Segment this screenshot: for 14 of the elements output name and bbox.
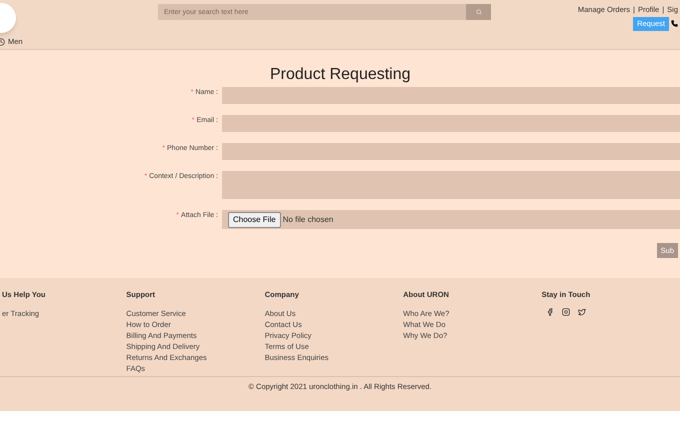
page-title: Product Requesting [270,65,412,85]
search-icon [476,9,482,15]
twitter-icon[interactable] [578,308,586,316]
choose-file-button[interactable]: Choose File [228,212,281,228]
text-field[interactable] [222,87,680,104]
text-area[interactable] [222,171,680,199]
file-field[interactable]: Choose File No file chosen [222,210,680,229]
phone-icon [671,20,678,28]
facebook-icon[interactable] [546,308,554,316]
text-field[interactable] [222,115,680,132]
instagram-icon[interactable] [562,308,570,316]
text-field[interactable] [222,143,680,160]
file-status: No file chosen [282,214,334,226]
search-button[interactable] [466,4,491,20]
